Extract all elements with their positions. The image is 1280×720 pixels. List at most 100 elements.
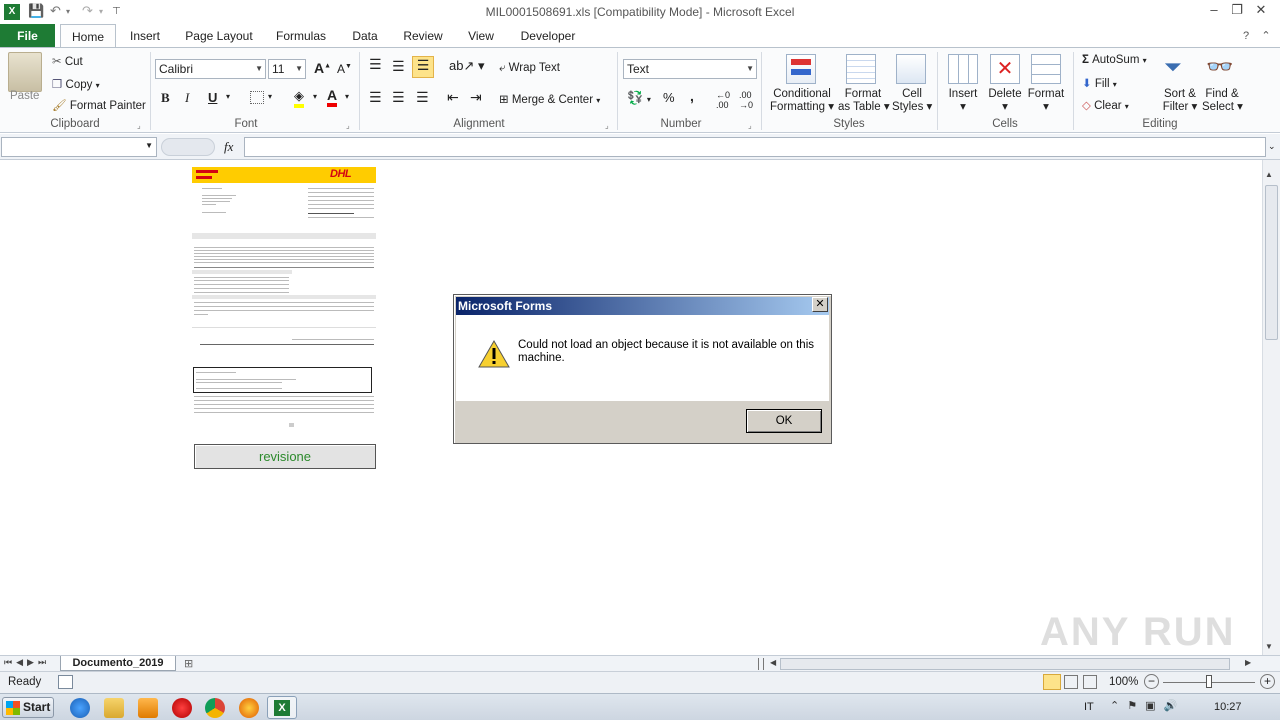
scroll-right-icon[interactable]: ▶ [1245, 658, 1251, 667]
borders-icon[interactable] [250, 91, 264, 104]
tab-developer[interactable]: Developer [513, 24, 583, 48]
number-launcher-icon[interactable]: ⌟ [748, 121, 752, 130]
zoom-slider-thumb[interactable] [1206, 675, 1212, 688]
tray-icons[interactable]: ⌃⚑▣🔊 [1110, 699, 1185, 712]
dialog-close-button[interactable]: ✕ [812, 297, 828, 312]
number-format-select[interactable]: Text ▼ [623, 59, 757, 79]
scroll-down-icon[interactable]: ▼ [1265, 642, 1273, 651]
sheet-tab-documento[interactable]: Documento_2019 [60, 656, 176, 671]
increase-decimal-icon[interactable]: ←0.00 [716, 90, 730, 110]
opera-icon[interactable] [172, 698, 192, 718]
macro-record-icon[interactable] [58, 675, 73, 689]
tab-data[interactable]: Data [343, 24, 387, 48]
percent-style-button[interactable]: % [663, 90, 675, 105]
font-name-select[interactable]: Calibri ▼ [155, 59, 266, 79]
page-layout-view-icon[interactable] [1064, 675, 1078, 689]
tab-insert[interactable]: Insert [121, 24, 169, 48]
folder-icon[interactable] [104, 698, 124, 718]
insert-function-button[interactable]: fx [224, 139, 233, 155]
find-select-button[interactable]: Find & Select ▾ [1202, 88, 1243, 114]
fill-color-icon[interactable]: ◈ [294, 88, 304, 108]
binoculars-icon[interactable]: 👓 [1206, 54, 1233, 80]
increase-indent-icon[interactable]: ⇥ [470, 89, 482, 106]
align-right-icon[interactable]: ☰ [416, 89, 429, 106]
tab-review[interactable]: Review [397, 24, 449, 48]
conditional-formatting-icon[interactable] [786, 54, 816, 84]
media-player-icon[interactable] [138, 698, 158, 718]
bold-button[interactable]: B [161, 90, 170, 106]
page-break-view-icon[interactable] [1083, 675, 1097, 689]
sort-filter-button[interactable]: Sort & Filter ▾ [1160, 88, 1200, 114]
copy-button[interactable]: ❐ Copy ▾ [52, 77, 100, 91]
format-as-table-button[interactable]: Format as Table ▾ [838, 88, 890, 114]
borders-dropdown-icon[interactable]: ▾ [268, 92, 272, 101]
vertical-scrollbar[interactable]: ▲ ▼ [1262, 160, 1280, 655]
zoom-out-button[interactable]: − [1144, 674, 1159, 689]
normal-view-icon[interactable] [1043, 674, 1061, 690]
name-box[interactable]: ▼ [1, 137, 157, 157]
formula-bar-handle[interactable] [161, 138, 215, 156]
fill-color-dropdown-icon[interactable]: ▾ [313, 92, 317, 101]
font-color-icon[interactable]: A [327, 87, 338, 107]
scroll-left-icon[interactable]: ◀ [770, 658, 776, 667]
paste-icon[interactable] [8, 52, 42, 92]
restore-button[interactable]: ❐ [1226, 2, 1248, 20]
clock[interactable]: 10:27 [1214, 701, 1242, 713]
align-top-icon[interactable]: ☰ [369, 56, 382, 73]
align-left-icon[interactable]: ☰ [369, 89, 382, 106]
delete-button[interactable]: Delete ▾ [987, 88, 1023, 114]
format-cells-icon[interactable] [1031, 54, 1061, 84]
shrink-font-icon[interactable]: A▼ [337, 62, 352, 76]
cell-styles-icon[interactable] [896, 54, 926, 84]
merge-center-button[interactable]: ⊞ Merge & Center ▾ [499, 92, 600, 106]
paste-button[interactable]: Paste [10, 90, 39, 102]
orientation-icon[interactable]: ab↗ ▾ [449, 58, 485, 74]
sort-filter-icon[interactable]: ⏷ [1164, 54, 1182, 80]
autosum-button[interactable]: Σ AutoSum ▾ [1082, 54, 1147, 66]
clipboard-launcher-icon[interactable]: ⌟ [137, 121, 141, 130]
clear-button[interactable]: ◇ Clear ▾ [1082, 98, 1129, 112]
decrease-indent-icon[interactable]: ⇤ [447, 89, 459, 106]
align-bottom-icon[interactable]: ☰ [412, 56, 434, 78]
tab-formulas[interactable]: Formulas [270, 24, 332, 48]
accounting-format-icon[interactable]: 💱 ▾ [627, 90, 651, 106]
delete-cells-icon[interactable]: ✕ [990, 54, 1020, 84]
scroll-up-icon[interactable]: ▲ [1265, 170, 1273, 179]
decrease-decimal-icon[interactable]: .00 →0 [739, 90, 753, 110]
grow-font-icon[interactable]: A▲ [314, 60, 331, 76]
tab-page-layout[interactable]: Page Layout [178, 24, 260, 48]
underline-button[interactable]: U [208, 90, 217, 105]
insert-button[interactable]: Insert ▾ [946, 88, 980, 114]
firefox-icon[interactable] [239, 698, 259, 718]
zoom-in-button[interactable]: + [1260, 674, 1275, 689]
font-size-select[interactable]: 11 ▼ [268, 59, 306, 79]
horizontal-scroll-thumb[interactable] [780, 658, 1230, 670]
font-color-dropdown-icon[interactable]: ▾ [345, 92, 349, 101]
insert-cells-icon[interactable] [948, 54, 978, 84]
tab-home[interactable]: Home [60, 24, 116, 48]
conditional-formatting-button[interactable]: Conditional Formatting ▾ [770, 88, 834, 114]
underline-dropdown-icon[interactable]: ▾ [226, 92, 230, 101]
zoom-level[interactable]: 100% [1109, 676, 1138, 688]
insert-sheet-icon[interactable]: ⊞ [184, 657, 193, 670]
align-center-icon[interactable]: ☰ [392, 89, 405, 106]
language-indicator[interactable]: IT [1084, 701, 1094, 713]
ribbon-collapse-icon[interactable]: ⌃ [1258, 24, 1274, 48]
chrome-icon[interactable] [205, 698, 225, 718]
vertical-scroll-thumb[interactable] [1265, 185, 1278, 340]
comma-style-button[interactable]: , [690, 88, 694, 104]
close-window-button[interactable]: ✕ [1250, 2, 1272, 20]
fill-button[interactable]: ⬇ Fill ▾ [1082, 76, 1117, 90]
cell-styles-button[interactable]: Cell Styles ▾ [892, 88, 932, 114]
revisione-button[interactable]: revisione [194, 444, 376, 469]
format-as-table-icon[interactable] [846, 54, 876, 84]
wrap-text-button[interactable]: ⤶ Wrap Text [499, 62, 560, 75]
italic-button[interactable]: I [185, 90, 189, 106]
cut-button[interactable]: ✂ Cut [52, 54, 83, 68]
minimize-button[interactable]: – [1203, 2, 1225, 20]
tab-view[interactable]: View [460, 24, 502, 48]
ok-button[interactable]: OK [746, 409, 822, 433]
expand-formula-icon[interactable]: ⌄ [1268, 141, 1276, 152]
excel-taskbar-button[interactable]: X [267, 696, 297, 719]
start-button[interactable]: Start [2, 697, 54, 718]
